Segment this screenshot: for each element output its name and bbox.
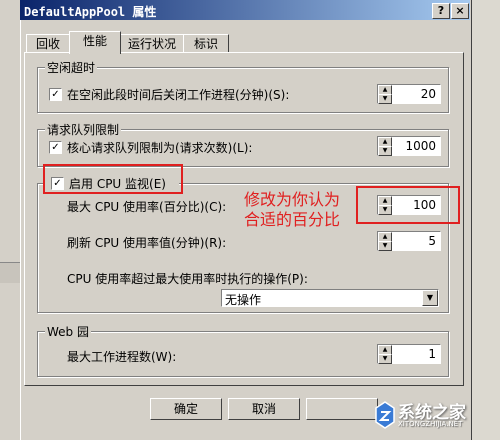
- title-bar[interactable]: DefaultAppPool 属性 ? ×: [20, 0, 470, 20]
- request-queue-checkbox[interactable]: ✓: [49, 141, 62, 154]
- chevron-down-icon[interactable]: ▼: [422, 290, 438, 306]
- spin-down-icon[interactable]: ▼: [378, 94, 392, 104]
- idle-timeout-stepper[interactable]: ▲ ▼ 20: [377, 84, 441, 104]
- annotation-line-1: 修改为你认为: [244, 190, 341, 209]
- cpu-action-select[interactable]: 无操作 ▼: [221, 289, 439, 307]
- cpu-action-value: 无操作: [225, 293, 262, 307]
- apply-button[interactable]: [306, 398, 378, 420]
- max-cpu-value-highlight: [356, 186, 460, 224]
- watermark-logo-icon: [375, 401, 395, 429]
- tab-performance[interactable]: 性能: [69, 31, 121, 54]
- max-worker-processes-stepper[interactable]: ▲ ▼ 1: [377, 344, 441, 364]
- idle-timeout-value: 20: [420, 87, 436, 101]
- background-window-scrollbar: [0, 262, 22, 283]
- max-cpu-usage-label: 最大 CPU 使用率(百分比)(C):: [67, 200, 227, 214]
- annotation-line-2: 合适的百分比: [244, 210, 341, 229]
- cpu-refresh-label: 刷新 CPU 使用率值(分钟)(R):: [67, 236, 227, 250]
- spin-down-icon[interactable]: ▼: [378, 241, 392, 251]
- idle-timeout-group-label: 空闲超时: [45, 59, 98, 76]
- request-queue-group-label: 请求队列限制: [45, 121, 122, 138]
- cancel-button[interactable]: 取消: [228, 398, 300, 420]
- idle-timeout-label: 在空闲此段时间后关闭工作进程(分钟)(S):: [67, 88, 290, 102]
- max-worker-processes-value: 1: [428, 347, 436, 361]
- cpu-action-label: CPU 使用率超过最大使用率时执行的操作(P):: [67, 272, 308, 286]
- tab-identity[interactable]: 标识: [183, 34, 229, 53]
- watermark-subtext: XITONGZHIJIA.NET: [398, 420, 463, 428]
- watermark: 系统之家 XITONGZHIJIA.NET: [374, 396, 494, 436]
- tab-recycle[interactable]: 回收: [26, 34, 70, 53]
- tab-health[interactable]: 运行状况: [120, 34, 184, 53]
- ok-button[interactable]: 确定: [150, 398, 222, 420]
- help-button[interactable]: ?: [432, 3, 450, 19]
- close-button[interactable]: ×: [451, 3, 469, 19]
- window-title: DefaultAppPool 属性: [24, 5, 157, 19]
- idle-timeout-checkbox[interactable]: ✓: [49, 88, 62, 101]
- cpu-refresh-value: 5: [428, 234, 436, 248]
- spin-down-icon[interactable]: ▼: [378, 146, 392, 156]
- request-queue-label: 核心请求队列限制为(请求次数)(L):: [67, 141, 253, 155]
- request-queue-value: 1000: [405, 139, 436, 153]
- web-garden-group-label: Web 园: [45, 323, 91, 340]
- cpu-refresh-stepper[interactable]: ▲ ▼ 5: [377, 231, 441, 251]
- max-worker-processes-label: 最大工作进程数(W):: [67, 350, 177, 364]
- spin-down-icon[interactable]: ▼: [378, 354, 392, 364]
- request-queue-stepper[interactable]: ▲ ▼ 1000: [377, 136, 441, 156]
- cpu-checkbox-highlight: [43, 164, 183, 194]
